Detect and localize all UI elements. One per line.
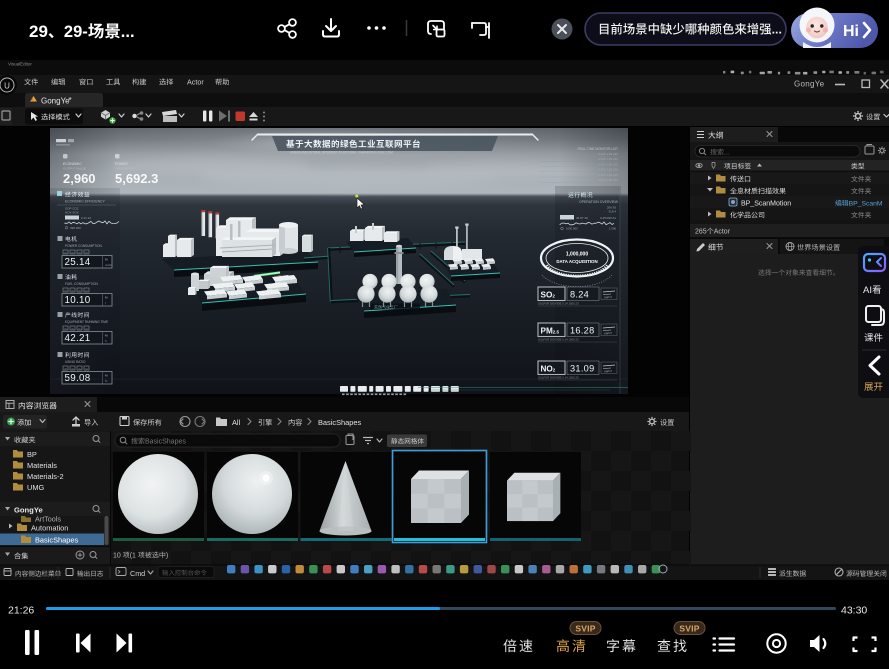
svg-text:10.10: 10.10 [65,295,91,306]
svg-text:0.326 1.80 226: 0.326 1.80 226 [598,157,618,161]
svg-text:Cmd: Cmd [130,569,145,578]
svg-text:M: M [72,328,74,330]
svg-text:M: M [86,368,88,370]
svg-text:*: * [69,96,72,105]
svg-text:1,000,000: 1,000,000 [566,252,588,258]
svg-text:GongYe: GongYe [41,97,70,106]
svg-text:M: M [86,252,88,254]
svg-text:): ) [166,553,168,560]
svg-text:5,692.3: 5,692.3 [115,171,158,186]
svg-text:25.14: 25.14 [65,257,91,268]
svg-text:PM: PM [541,327,553,336]
svg-text:29: 29 [29,22,48,41]
svg-text:Materials: Materials [27,461,57,470]
svg-text:46 87 39: 46 87 39 [576,216,588,220]
svg-text:098.200: 098.200 [70,226,81,230]
svg-text:BP_ScanM: BP_ScanM [849,201,883,208]
svg-text:8.24: 8.24 [570,290,589,300]
svg-text:BasicShapes: BasicShapes [318,418,361,427]
svg-text:BP_ScanMotion: BP_ScanMotion [741,201,791,208]
svg-text:GongYe: GongYe [794,80,825,89]
svg-text:265: 265 [695,229,707,236]
svg-text:31.09: 31.09 [570,364,595,374]
svg-text:0.326 1.80 226: 0.326 1.80 226 [598,178,618,182]
svg-text:All: All [232,418,241,427]
svg-text:2,960: 2,960 [63,171,96,186]
svg-text:1.006: 1.006 [609,227,616,231]
svg-text:μg/m³: μg/m³ [604,369,612,373]
svg-text:REAL-TIME MONITOR LIST: REAL-TIME MONITOR LIST [578,147,619,151]
svg-text:...: ... [772,23,782,37]
svg-text:SVIP: SVIP [679,624,699,634]
svg-text:VisualEditor: VisualEditor [8,62,32,67]
svg-text:M: M [86,328,88,330]
svg-text:BasicShapes: BasicShapes [35,536,78,545]
svg-text:0.326 1.80 226: 0.326 1.80 226 [598,162,618,166]
svg-text:U: U [4,82,10,91]
svg-text:Actor: Actor [714,229,731,236]
svg-text:GongYe: GongYe [14,506,43,515]
svg-text:ECONOMIC EFFICIENCY: ECONOMIC EFFICIENCY [65,200,105,204]
svg-text:μg/m³: μg/m³ [604,331,612,335]
svg-text:Materials-2: Materials-2 [27,472,64,481]
svg-text:2.5: 2.5 [553,330,560,335]
svg-text:NOX SOX: NOX SOX [65,211,79,215]
svg-text:USING RATIO: USING RATIO [65,360,86,364]
svg-text:M: M [86,290,88,292]
svg-text:0.326 1.80 226: 0.326 1.80 226 [598,173,618,177]
svg-text:M: M [65,368,67,370]
svg-text:FUEL CONSUMPTION: FUEL CONSUMPTION [65,282,99,286]
svg-text:¥ 41 22: ¥ 41 22 [81,216,91,220]
svg-text:Hi: Hi [843,23,859,40]
svg-text:SVIP: SVIP [575,624,595,634]
svg-text:ECONOMIC: ECONOMIC [63,162,82,166]
svg-text:EQUIPMENT RUNNING TIME: EQUIPMENT RUNNING TIME [65,320,108,324]
svg-text:μg/m³: μg/m³ [604,295,612,299]
svg-text:mm/h: mm/h [105,263,112,267]
svg-text:1000.000: 1000.000 [566,227,578,231]
svg-text:10: 10 [113,553,121,560]
svg-text:M: M [79,252,81,254]
svg-text:M: M [79,328,81,330]
svg-text:BP: BP [27,450,37,459]
svg-text:POWER: POWER [115,162,128,166]
svg-text:59.08: 59.08 [65,373,91,384]
svg-text:M: M [72,368,74,370]
svg-text:29-: 29- [64,23,88,41]
svg-text:42.21: 42.21 [65,333,91,344]
svg-text:OUTPUT VALUE: OUTPUT VALUE [63,167,86,171]
svg-text:Automation: Automation [31,524,68,533]
svg-text:...: ... [121,23,135,41]
svg-text:SO: SO [541,291,553,300]
svg-text:OPERATION OVERVIEW: OPERATION OVERVIEW [579,200,619,204]
svg-text:...: ... [724,150,730,157]
svg-text:DATA ACQUISITION: DATA ACQUISITION [556,259,597,264]
svg-text:AI: AI [863,285,872,296]
svg-text:SULFUR DIOXIDE 0.14 1500.2: SULFUR DIOXIDE 0.14 1500.23 [538,302,579,306]
svg-text:M: M [65,328,67,330]
svg-text:UMG: UMG [27,483,44,492]
svg-text:M: M [79,290,81,292]
svg-text:43:30: 43:30 [841,605,867,617]
svg-text:0.25/330.61: 0.25/330.61 [600,216,616,220]
svg-text:M: M [72,252,74,254]
svg-text:(1: (1 [130,553,136,560]
svg-text:GREEN INDUSTRIAL INTERNET PLAT: GREEN INDUSTRIAL INTERNET PLATFORM · SHA… [290,151,393,155]
svg-text:M: M [65,252,67,254]
svg-text:POWER CONSUMPTION: POWER CONSUMPTION [65,244,103,248]
svg-text:ArtTools: ArtTools [35,515,61,524]
svg-text:GENERATION: GENERATION [115,167,135,171]
svg-text:M: M [65,290,67,292]
svg-text:M: M [79,368,81,370]
svg-text:M: M [72,290,74,292]
svg-text:0.326 1.80 226: 0.326 1.80 226 [598,168,618,172]
svg-text:21:26: 21:26 [8,605,34,617]
svg-text:Actor: Actor [187,78,204,87]
svg-text:318.4: 318.4 [608,210,616,214]
svg-text:NO: NO [541,365,554,374]
svg-text:16.28: 16.28 [570,326,595,336]
svg-text:0.326 1.80 226: 0.326 1.80 226 [598,152,618,156]
svg-text:SULFUR DIOXIDE 0.14 1500.2: SULFUR DIOXIDE 0.14 1500.23 [538,338,579,342]
svg-text:BasicShapes: BasicShapes [145,439,186,446]
